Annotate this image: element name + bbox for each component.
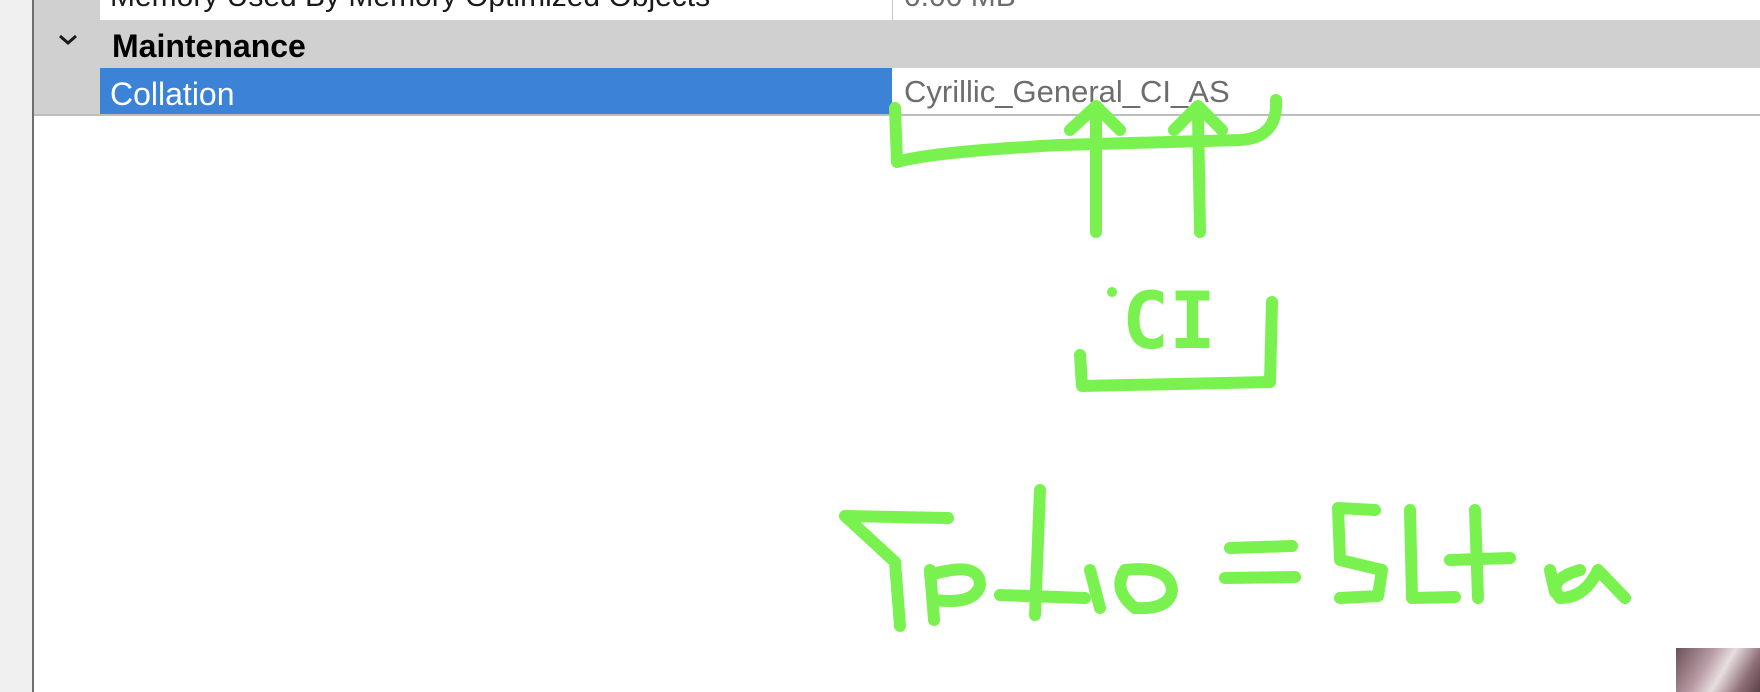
category-label: Maintenance: [112, 28, 306, 64]
column-separator[interactable]: [892, 0, 893, 20]
property-name-cell-selected[interactable]: Collation: [100, 68, 892, 114]
row-gutter: [34, 68, 100, 114]
property-name: Collation: [110, 76, 235, 112]
property-value[interactable]: Cyrillic_General_CI_AS: [904, 74, 1230, 110]
property-row-memory-used[interactable]: Memory Used By Memory Optimized Objects …: [34, 0, 1760, 21]
row-gutter: [34, 0, 100, 20]
property-name: Memory Used By Memory Optimized Objects: [110, 0, 710, 14]
chevron-down-icon[interactable]: [48, 24, 88, 58]
window-left-chrome: [0, 0, 32, 692]
thumbnail-image: [1676, 648, 1760, 692]
annotation-ci-text: CI: [1122, 277, 1216, 367]
property-row-collation[interactable]: Collation Cyrillic_General_CI_AS: [34, 68, 1760, 116]
property-grid: Memory Used By Memory Optimized Objects …: [34, 0, 1760, 116]
category-maintenance[interactable]: Maintenance: [34, 20, 1760, 68]
property-value: 0.00 MB: [904, 0, 1016, 14]
